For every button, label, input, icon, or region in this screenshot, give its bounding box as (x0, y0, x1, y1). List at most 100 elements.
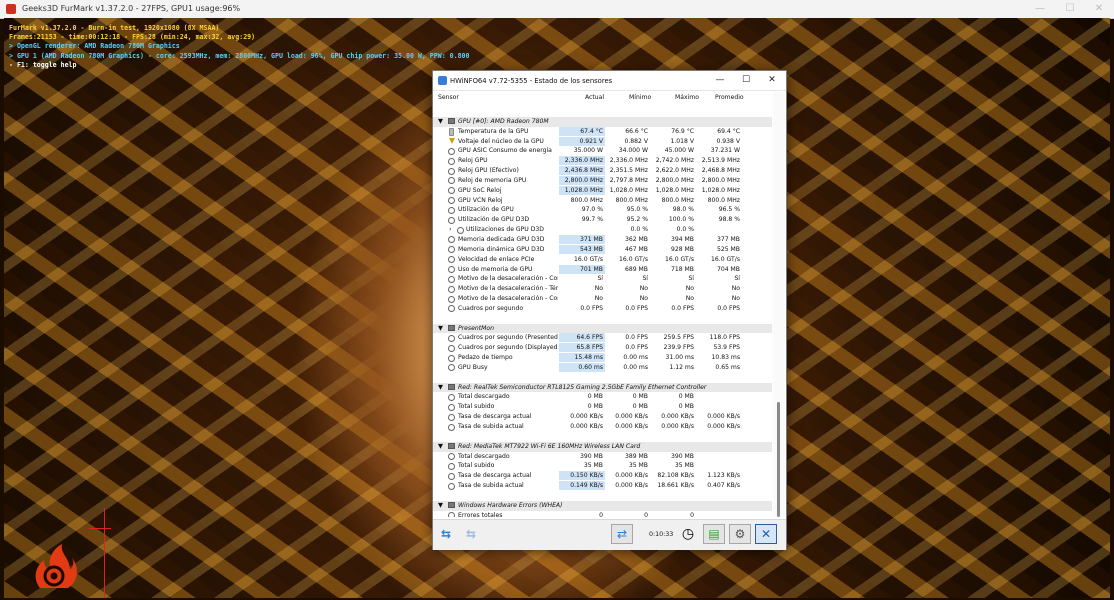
sensor-row[interactable]: Memoria dinámica GPU D3D 543 MB 467 MB 928 … (433, 244, 772, 255)
report-icon[interactable]: ▤ (703, 524, 725, 544)
minimize-button[interactable]: — (709, 73, 731, 88)
collapse-chevron-icon[interactable]: ▼ (438, 442, 443, 450)
value-avg: 37.231 W (710, 147, 740, 155)
sensor-label: Uso de memoria de GPU (458, 265, 533, 273)
sensor-row[interactable]: GPU SoC Reloj 1,028.0 MHz 1,028.0 MHz 1,028… (433, 185, 772, 196)
value-min: 0.000 KB/s (615, 472, 648, 480)
value-min: 2,351.5 MHz (609, 167, 648, 175)
sensor-row[interactable]: Total descargado 390 MB 389 MB 390 MB (433, 452, 772, 462)
value-avg: 10.83 ms (711, 354, 741, 362)
column-header-sensor[interactable]: Sensor (438, 94, 459, 101)
sensor-row[interactable]: Cuadros por segundo (Presented) 64.6 FPS 0… (433, 333, 772, 343)
sensor-row[interactable]: Total subido 35 MB 35 MB 35 MB (433, 461, 772, 471)
sensor-row[interactable]: Uso de memoria de GPU 701 MB 689 MB 718 MB 7… (433, 264, 772, 275)
value-current: 65.8 FPS (559, 343, 605, 353)
sensor-row[interactable]: Tasa de subida actual 0.000 KB/s 0.000 KB/… (433, 422, 772, 432)
sensor-row[interactable]: Utilización de GPU D3D 99.7 % 95.2 % 100.0 … (433, 215, 772, 225)
value-max: 239.9 FPS (663, 344, 694, 352)
sensor-row[interactable]: Reloj GPU (Efectivo) 2,436.8 MHz 2,351.5 M… (433, 166, 772, 176)
value-avg: 2,468.8 MHz (701, 167, 740, 175)
value-current: 0.60 ms (559, 362, 605, 372)
close-button[interactable]: ✕ (761, 73, 783, 88)
sensor-gauge-icon (448, 197, 455, 205)
sensor-row[interactable]: Total descargado 0 MB 0 MB 0 MB (433, 392, 772, 402)
collapse-chevron-icon[interactable]: ▼ (438, 117, 443, 125)
value-avg: 16.0 GT/s (711, 255, 740, 263)
sensor-row[interactable]: GPU VCN Reloj 800.0 MHz 800.0 MHz 800.0 MHz… (433, 196, 772, 206)
hwinfo-titlebar[interactable]: HWiNFO64 v7.72-5355 - Estado de los sens… (433, 71, 786, 91)
clock-icon[interactable]: ◷ (677, 524, 699, 544)
value-max: 2,622.0 MHz (655, 167, 694, 175)
value-avg: 1,028.0 MHz (701, 186, 740, 194)
value-current: Sí (597, 275, 603, 283)
value-max: 390 MB (670, 452, 694, 460)
gear-icon[interactable]: ⚙ (729, 524, 751, 544)
sensor-row[interactable]: Tasa de subida actual 0.149 KB/s 0.000 KB/… (433, 481, 772, 491)
sensor-row[interactable]: Memoria dedicada GPU D3D 371 MB 362 MB 394 … (433, 234, 772, 245)
value-avg (696, 452, 742, 461)
sensor-row[interactable]: GPU Busy 0.60 ms 0.00 ms 1.12 ms 0.65 ms (433, 362, 772, 373)
sensor-row[interactable]: Cuadros por segundo (Displayed) 65.8 FPS 0… (433, 343, 772, 353)
column-header-current[interactable]: Actual (585, 94, 604, 101)
value-avg (696, 461, 742, 470)
sensor-row[interactable]: GPU ASIC Consumo de energía 35.000 W 34.00… (433, 146, 772, 156)
minimize-button[interactable]: — (1026, 1, 1054, 17)
sensor-row[interactable]: Reloj de memoria GPU 2,800.0 MHz 2,797.8 M… (433, 175, 772, 186)
sensor-row[interactable]: › Utilizaciones de GPU D3D 0.0 % 0.0 % (433, 225, 772, 235)
collapse-chevron-icon[interactable]: ▼ (438, 501, 443, 509)
collapse-chevron-icon[interactable]: ▼ (438, 324, 443, 332)
value-min: 0.0 % (630, 226, 648, 234)
close-button[interactable]: ✕ (1085, 1, 1113, 17)
sensor-label: Total subido (458, 462, 495, 470)
network-icon[interactable]: ⇄ (611, 524, 633, 544)
vertical-scrollbar[interactable] (773, 92, 785, 517)
sensor-row[interactable]: Motivo de la desaceleración - Tér... No No… (433, 284, 772, 294)
value-max: 0.000 KB/s (661, 413, 694, 421)
column-header-min[interactable]: Mínimo (629, 94, 651, 101)
sensor-label: Reloj GPU (458, 157, 488, 165)
value-current: 0.149 KB/s (559, 481, 605, 491)
sensor-gauge-icon (448, 246, 455, 254)
monitor-icon (448, 325, 455, 332)
value-min: 2,797.8 MHz (609, 176, 648, 184)
sensor-row[interactable]: Voltaje del núcleo de la GPU 0.921 V 0.882… (433, 136, 772, 147)
sensor-row[interactable]: Motivo de la desaceleración - Con... Sí Sí… (433, 274, 772, 284)
scrollbar-thumb[interactable] (777, 402, 780, 517)
maximize-button[interactable]: ☐ (735, 73, 757, 88)
double-arrow-left-icon[interactable]: ⇆ (435, 524, 457, 544)
value-avg: 525 MB (716, 245, 740, 253)
value-min: 0.000 KB/s (615, 413, 648, 421)
sensor-row[interactable]: Reloj GPU 2,336.0 MHz 2,336.0 MHz 2,742.0 M… (433, 156, 772, 166)
sensor-row[interactable]: Velocidad de enlace PCIe 16.0 GT/s 16.0 GT… (433, 255, 772, 265)
collapse-chevron-icon[interactable]: ▼ (438, 383, 443, 391)
sensor-label: Utilizaciones de GPU D3D (466, 226, 544, 234)
sensor-row[interactable]: Utilización de GPU 97.0 % 95.0 % 98.0 % 96.5… (433, 205, 772, 215)
sensor-row[interactable]: Pedazo de tiempo 15.48 ms 0.00 ms 31.00 ms 1… (433, 353, 772, 363)
overlay-gpu-info: > GPU 1 (AMD Radeon 780M Graphics) - cor… (9, 51, 470, 60)
sensor-group-presentmon[interactable]: ▼ PresentMon (433, 323, 772, 334)
sensor-row[interactable]: Errores totales 0 0 0 (433, 511, 772, 517)
value-max: 394 MB (670, 235, 694, 243)
column-header-avg[interactable]: Promedio (715, 94, 744, 101)
value-max: 82.108 KB/s (657, 472, 694, 480)
sensor-group-ethernet[interactable]: ▼ Red: RealTek Semiconductor RTL8125 Gam… (433, 382, 772, 393)
sensor-group-gpu[interactable]: ▼ GPU [#0]: AMD Radeon 780M (433, 116, 772, 127)
value-max: 0.000 KB/s (661, 423, 694, 430)
value-min: 0.00 ms (623, 363, 648, 371)
sensor-group-whea[interactable]: ▼ Windows Hardware Errors (WHEA) (433, 500, 772, 511)
sensor-group-wifi[interactable]: ▼ Red: MediaTek MT7922 Wi-Fi 6E 160MHz W… (433, 441, 772, 452)
sensor-row[interactable]: Motivo de la desaceleración - Cor... No No… (433, 294, 772, 304)
sensor-row[interactable]: Cuadros por segundo 0.0 FPS 0.0 FPS 0.0 FPS… (433, 304, 772, 314)
sensor-row[interactable]: Tasa de descarga actual 0.150 KB/s 0.000 K… (433, 471, 772, 481)
column-header-max[interactable]: Máximo (675, 94, 699, 101)
close-icon[interactable]: ✕ (755, 524, 777, 544)
sensor-row[interactable]: Total subido 0 MB 0 MB 0 MB (433, 402, 772, 412)
value-max: 35 MB (674, 462, 694, 470)
expand-chevron-icon[interactable]: › (449, 225, 452, 233)
double-arrow-right-icon[interactable]: ⇆ (460, 524, 482, 544)
group-title: PresentMon (458, 324, 494, 332)
sensor-row[interactable]: Tasa de descarga actual 0.000 KB/s 0.000 K… (433, 412, 772, 422)
maximize-button[interactable]: ☐ (1056, 1, 1084, 17)
value-current: 701 MB (559, 264, 605, 274)
sensor-row[interactable]: Temperatura de la GPU 67.4 °C 66.6 °C 76.9 … (433, 126, 772, 137)
